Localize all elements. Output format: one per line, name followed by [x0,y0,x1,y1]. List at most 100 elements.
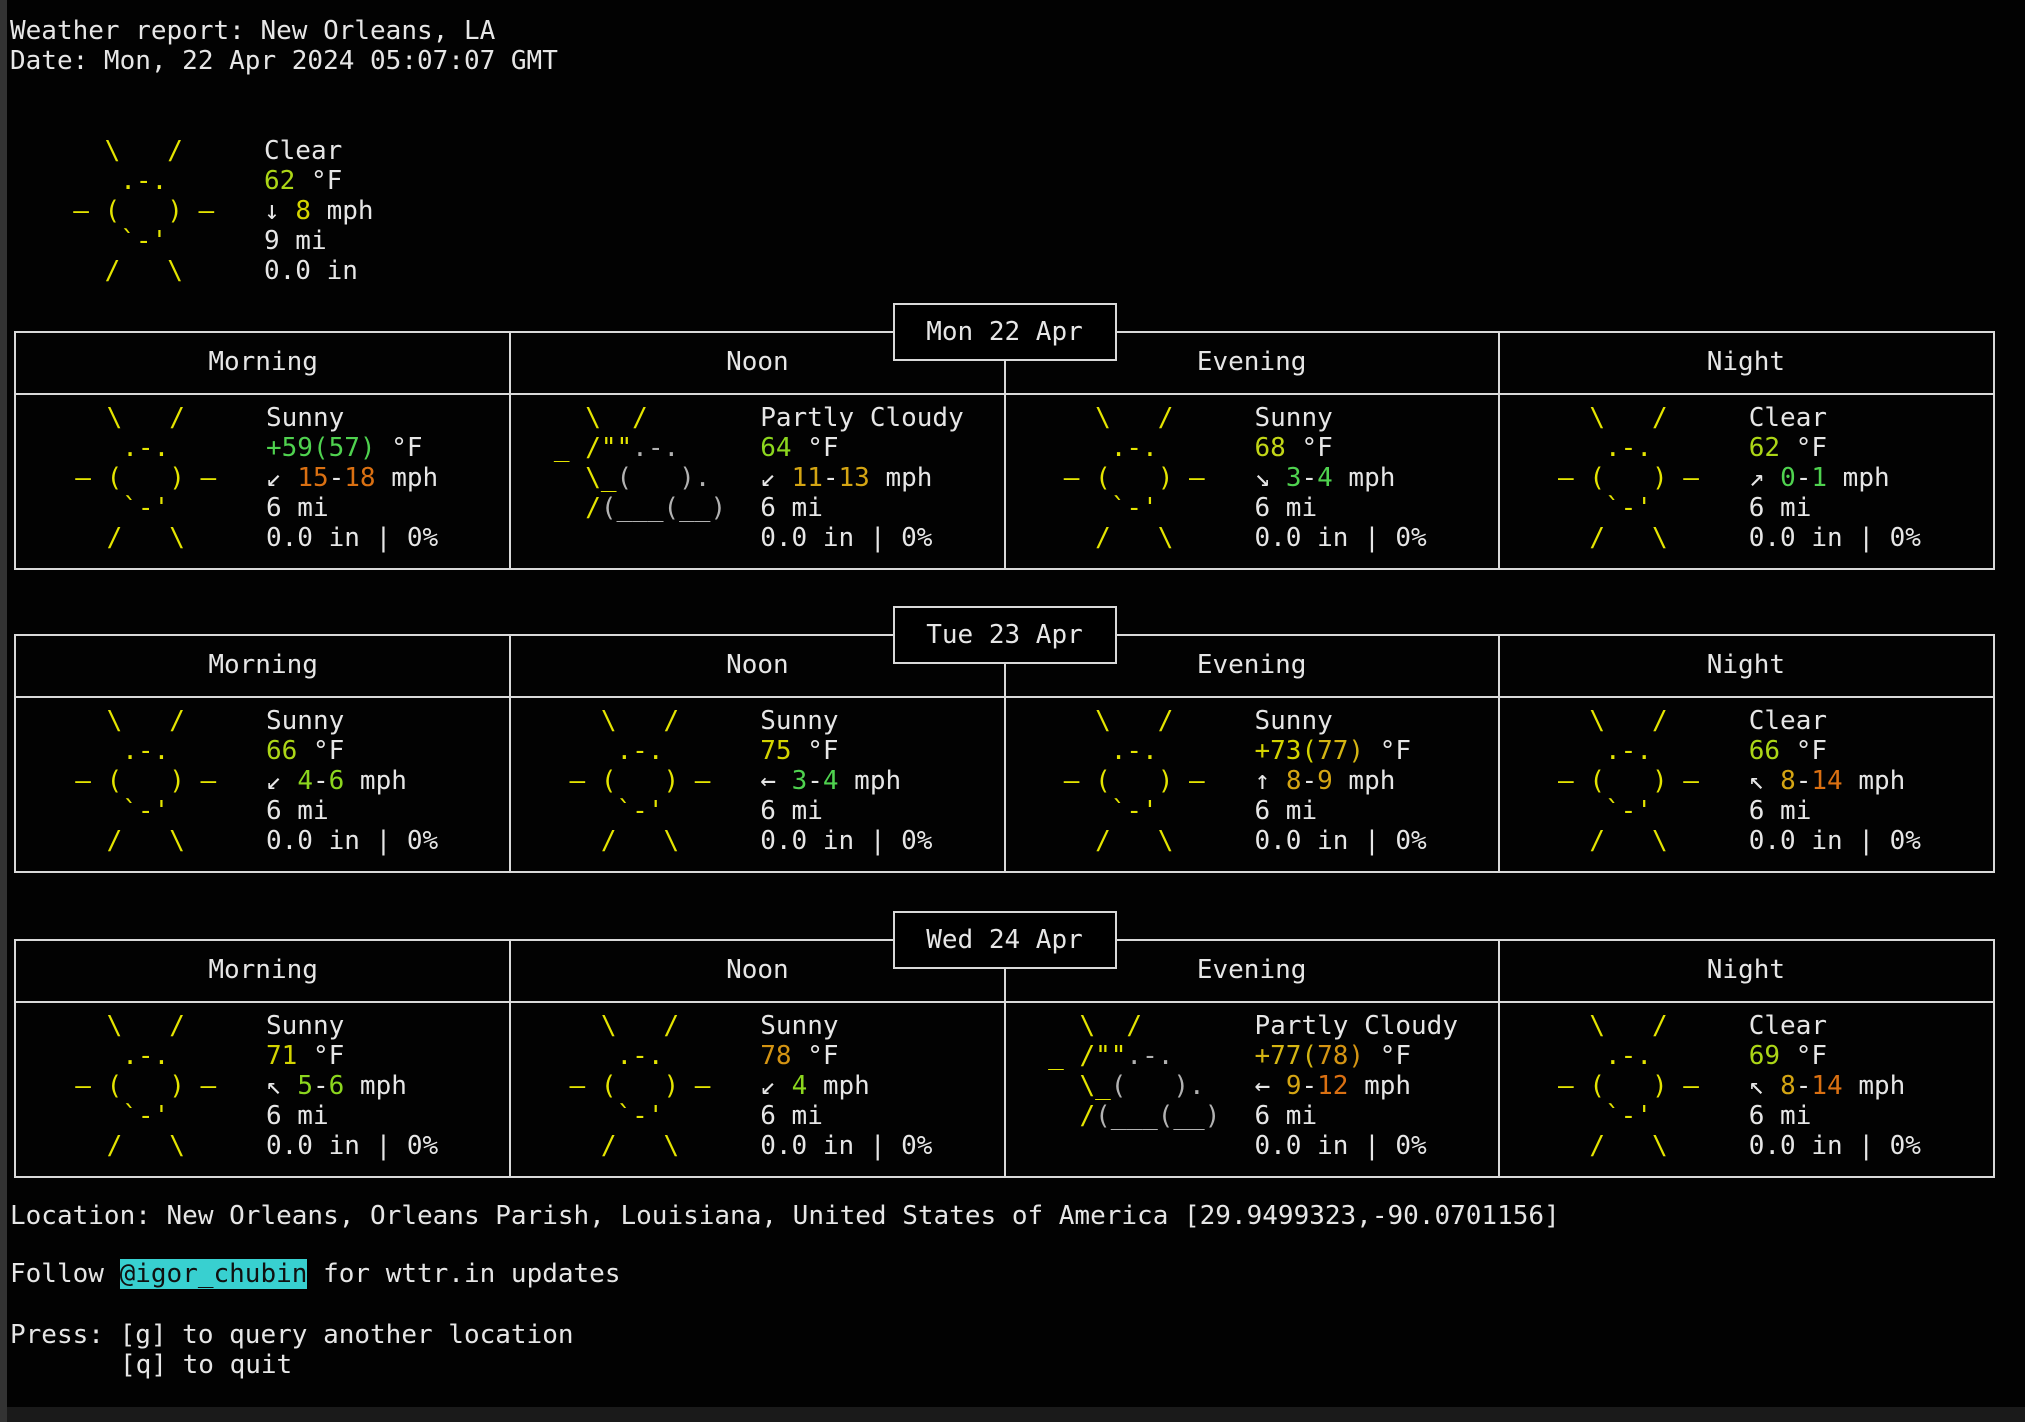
weather-details: Partly Cloudy64 °F↙ 11-13 mph6 mi0.0 in … [760,403,964,553]
visibility-text: 6 mi [266,493,438,523]
temperature-text: 62 °F [1749,433,1921,463]
text-segment: - [807,766,823,796]
condition-text: Sunny [1255,403,1427,433]
text-segment: °F [792,433,839,463]
text-segment: / \ [1527,1131,1668,1161]
text-segment: `-' [1033,796,1158,826]
text-segment: \ / [538,1011,679,1041]
condition-text: Partly Cloudy [1255,1011,1459,1041]
text-segment: / \ [1527,826,1668,856]
wind-text: ↖ 8-14 mph [1749,1071,1921,1101]
text-segment: \_ [538,463,616,493]
terminal-bottom-edge [0,1407,2025,1422]
forecast-cell-morning: \ / .-. ‒ ( ) ‒ `-' / \ Sunny71 °F↖ 5-6 … [16,1011,510,1177]
wind-text: ↙ 4 mph [760,1071,932,1101]
wind-text: ↙ 11-13 mph [760,463,964,493]
text-segment: 77) [1317,736,1364,766]
text-segment: °F [1364,736,1411,766]
wind-text: ↘ 3-4 mph [1255,463,1427,493]
text-segment: mph [807,1071,870,1101]
terminal-screen: Weather report: New Orleans, LA Date: Mo… [0,0,2025,1422]
text-segment: mph [1843,766,1906,796]
column-header-night: Night [1499,650,1993,680]
wind-text: ↖ 8-14 mph [1749,766,1921,796]
text-segment: \ / [1033,1011,1143,1041]
precipitation-text: 0.0 in | 0% [760,826,932,856]
text-segment: 12 [1317,1071,1348,1101]
text-segment: 14 [1811,1071,1842,1101]
text-segment: \ / [1527,706,1668,736]
text-segment: ‒ ( ) ‒ [1033,463,1205,493]
text-segment: 6 mi [760,796,823,826]
text-segment: ↖ [1749,766,1780,796]
text-segment: Partly Cloudy [1255,1011,1459,1041]
text-segment: mph [376,463,439,493]
weather-panel: \ / _ /"".-. \_( ). /(___(__) Partly Clo… [510,403,1004,569]
sun-ascii-art: \ / .-. ‒ ( ) ‒ `-' / \ [1527,403,1699,553]
text-segment: ↓ [264,196,295,226]
text-segment: 0.0 in | 0% [1255,826,1427,856]
column-header-morning: Morning [16,955,510,985]
date-label: Tue 23 Apr [926,620,1083,650]
current-conditions: \ / .-. ‒ ( ) ‒ `-' / \ Clear62 °F↓ 8 mp… [14,136,654,296]
press-instructions-1: Press: [g] to query another location [10,1320,574,1350]
condition-text: Clear [264,136,374,166]
text-segment: ‒ ( ) ‒ [44,1071,216,1101]
condition-text: Sunny [760,706,932,736]
text-segment: 75 [760,736,791,766]
sun-ascii-art: \ / .-. ‒ ( ) ‒ `-' / \ [538,1011,710,1161]
text-segment: / \ [1527,523,1668,553]
weather-details: Sunny75 °F← 3-4 mph6 mi0.0 in | 0% [760,706,932,856]
text-segment: .-. [44,736,169,766]
text-segment: 78 [760,1041,791,1071]
visibility-text: 6 mi [760,796,932,826]
text-segment: ‒ ( ) ‒ [1527,463,1699,493]
temperature-text: 62 °F [264,166,374,196]
text-segment: mph [1333,463,1396,493]
text-segment: \ / [538,403,648,433]
text-segment: 78) [1317,1041,1364,1071]
forecast-cell-noon: \ / _ /"".-. \_( ). /(___(__) Partly Clo… [510,403,1004,569]
weather-panel: \ / .-. ‒ ( ) ‒ `-' / \ Sunny+59(57) °F↙… [16,403,510,569]
text-segment: 6 mi [1749,493,1812,523]
sun-ascii-art: \ / .-. ‒ ( ) ‒ `-' / \ [44,403,216,553]
text-segment: `-' [44,493,169,523]
text-segment: ← [760,766,791,796]
text-segment: Sunny [266,403,344,433]
forecast-table: MorningNoonEveningNight \ / .-. ‒ ( ) ‒ … [14,634,1995,873]
text-segment: .-. [538,1041,663,1071]
forecast-table: MorningNoonEveningNight \ / .-. ‒ ( ) ‒ … [14,939,1995,1178]
text-segment: .-. [44,1041,169,1071]
text-segment: 6 mi [1255,493,1318,523]
text-segment: 4 [823,766,839,796]
text-segment: mph [1333,766,1396,796]
text-segment: `-' [538,1101,663,1131]
text-segment: +59(57) [266,433,376,463]
weather-details: Sunny+73(77) °F↑ 8-9 mph6 mi0.0 in | 0% [1255,706,1427,856]
text-segment: ↙ [266,766,297,796]
text-segment: - [1796,766,1812,796]
column-separator [1498,941,1500,1176]
text-segment: \ / [538,706,679,736]
temperature-text: 75 °F [760,736,932,766]
text-segment: mph [1827,463,1890,493]
text-segment: 6 mi [1749,796,1812,826]
text-segment: ‒ ( ) ‒ [1527,1071,1699,1101]
location-line: Location: New Orleans, Orleans Parish, L… [10,1201,1560,1231]
weather-details: Clear62 °F↗ 0-1 mph6 mi0.0 in | 0% [1749,403,1921,553]
text-segment: 0.0 in | 0% [760,1131,932,1161]
text-segment: 62 [264,166,295,196]
text-segment: ‒ ( ) ‒ [44,766,216,796]
text-segment: .-. [1126,1041,1173,1071]
visibility-text: 6 mi [1749,493,1921,523]
text-segment: 71 [266,1041,297,1071]
text-segment: 1 [1811,463,1827,493]
text-segment: °F [1364,1041,1411,1071]
text-segment: 0.0 in | 0% [1749,826,1921,856]
date-box: Tue 23 Apr [893,606,1117,664]
weather-panel: \ / _ /"".-. \_( ). /(___(__) Partly Clo… [1005,1011,1499,1177]
column-separator [509,636,511,871]
precipitation-text: 0.0 in | 0% [760,1131,932,1161]
text-segment: mph [839,766,902,796]
text-segment: Clear [1749,706,1827,736]
